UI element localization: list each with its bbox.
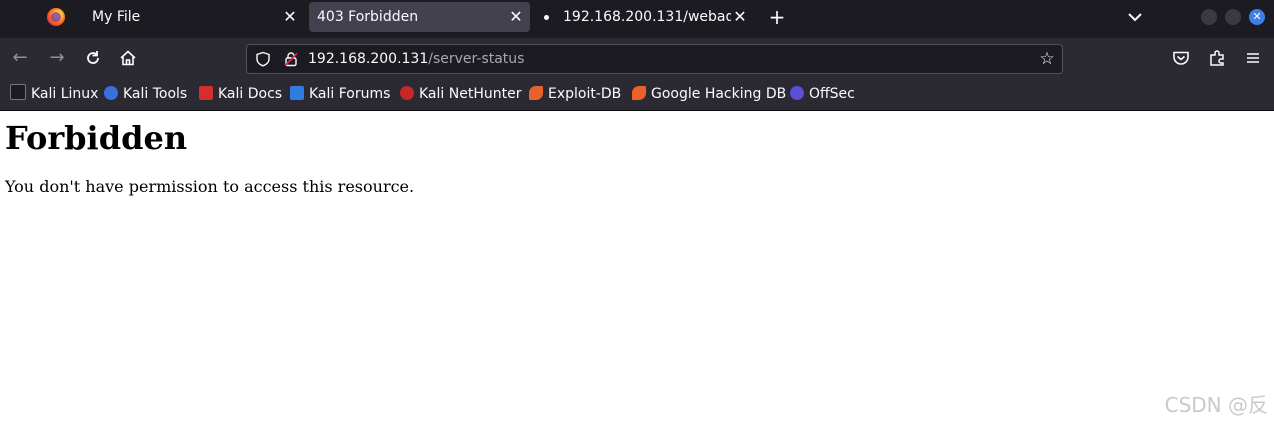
pocket-icon[interactable]: [1171, 48, 1191, 68]
insecure-lock-icon[interactable]: [283, 51, 299, 67]
maximize-button[interactable]: [1225, 9, 1241, 25]
bookmark-google-hacking-db[interactable]: Google Hacking DB: [632, 79, 786, 110]
tab-label: My File: [92, 9, 141, 25]
minimize-button[interactable]: [1201, 9, 1217, 25]
menu-icon[interactable]: [1243, 48, 1263, 68]
bookmark-offsec[interactable]: OffSec: [790, 79, 855, 110]
close-icon[interactable]: ✕: [508, 2, 524, 32]
bookmark-label: Kali Forums: [309, 86, 391, 102]
bookmarks-toolbar: Kali Linux Kali Tools Kali Docs Kali For…: [0, 79, 1274, 111]
forward-arrow-icon[interactable]: →: [47, 48, 67, 68]
tab-403-forbidden[interactable]: 403 Forbidden ✕: [309, 2, 530, 32]
back-arrow-icon[interactable]: ←: [10, 48, 30, 68]
tracking-shield-icon[interactable]: [255, 51, 271, 67]
ghdb-icon: [632, 86, 646, 100]
bookmark-label: Google Hacking DB: [651, 86, 787, 102]
bookmark-exploit-db[interactable]: Exploit-DB: [529, 79, 621, 110]
navigation-toolbar: ← → 192.168.200.131/server-status ☆: [0, 38, 1274, 79]
home-icon[interactable]: [118, 48, 138, 68]
url-host: 192.168.200.131: [308, 51, 429, 67]
tab-label: 403 Forbidden: [317, 9, 419, 25]
tab-label: 192.168.200.131/webadmin: [563, 9, 731, 25]
url-bar[interactable]: 192.168.200.131/server-status ☆: [246, 44, 1063, 74]
bookmark-kali-docs[interactable]: Kali Docs: [199, 79, 282, 110]
watermark: CSDN @反: [1164, 393, 1268, 417]
close-icon[interactable]: ✕: [732, 2, 748, 32]
reload-icon[interactable]: [83, 48, 103, 68]
url-path: /server-status: [428, 51, 525, 67]
tab-strip: My File ✕ 403 Forbidden ✕ 192.168.200.13…: [0, 0, 1274, 38]
bookmark-kali-forums[interactable]: Kali Forums: [290, 79, 390, 110]
tab-webadmin[interactable]: 192.168.200.131/webadmin ✕: [534, 2, 754, 32]
window-close-button[interactable]: ✕: [1249, 9, 1265, 25]
kali-forums-icon: [290, 86, 304, 100]
bookmark-label: Exploit-DB: [548, 86, 622, 102]
bookmark-kali-nethunter[interactable]: Kali NetHunter: [400, 79, 521, 110]
bookmark-label: Kali NetHunter: [419, 86, 522, 102]
page-content: Forbidden You don't have permission to a…: [0, 111, 1274, 426]
loading-dot-icon: [544, 15, 549, 20]
bookmark-star-icon[interactable]: ☆: [1038, 50, 1056, 68]
page-heading: Forbidden: [5, 119, 188, 157]
kali-docs-icon: [199, 86, 213, 100]
extensions-icon[interactable]: [1207, 48, 1227, 68]
kali-tools-icon: [104, 86, 118, 100]
bookmark-label: Kali Linux: [31, 86, 99, 102]
exploit-db-icon: [529, 86, 543, 100]
chevron-down-icon[interactable]: [1126, 7, 1144, 27]
new-tab-button[interactable]: +: [767, 5, 787, 29]
bookmark-kali-linux[interactable]: Kali Linux: [10, 79, 98, 110]
bookmark-label: Kali Docs: [218, 86, 283, 102]
offsec-icon: [790, 86, 804, 100]
error-message: You don't have permission to access this…: [5, 177, 415, 196]
firefox-logo-icon[interactable]: [47, 8, 65, 26]
kali-nethunter-icon: [400, 86, 414, 100]
bookmark-label: Kali Tools: [123, 86, 188, 102]
browser-chrome: My File ✕ 403 Forbidden ✕ 192.168.200.13…: [0, 0, 1274, 111]
close-icon[interactable]: ✕: [282, 2, 298, 32]
tab-my-file[interactable]: My File ✕: [84, 2, 304, 32]
bookmark-label: OffSec: [809, 86, 855, 102]
url-text[interactable]: 192.168.200.131/server-status: [308, 45, 524, 73]
kali-dragon-icon: [10, 84, 26, 100]
bookmark-kali-tools[interactable]: Kali Tools: [104, 79, 187, 110]
